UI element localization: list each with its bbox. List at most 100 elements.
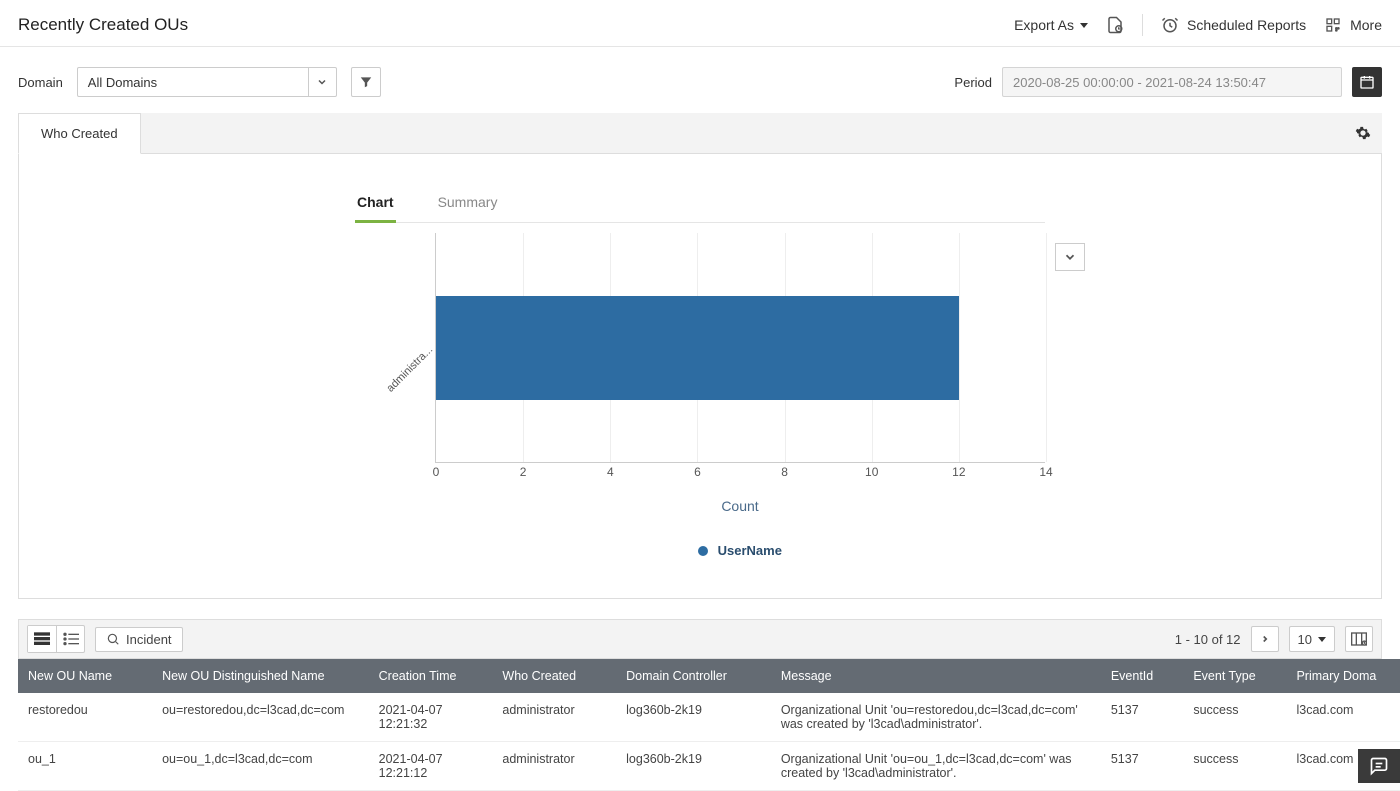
data-table: New OU NameNew OU Distinguished NameCrea… [18, 659, 1400, 791]
table-row[interactable]: ou_1ou=ou_1,dc=l3cad,dc=com2021-04-07 12… [18, 742, 1400, 791]
column-header[interactable]: Message [771, 659, 1101, 693]
page-title: Recently Created OUs [18, 15, 188, 35]
x-tick-label: 4 [595, 465, 625, 479]
scheduled-reports-link[interactable]: Scheduled Reports [1161, 16, 1306, 34]
toolbar-left: Incident [27, 625, 183, 653]
table-cell: Organizational Unit 'ou=restoredou,dc=l3… [771, 693, 1101, 742]
table-cell: ou=restoredou,dc=l3cad,dc=com [152, 693, 369, 742]
column-header[interactable]: Creation Time [369, 659, 493, 693]
domain-select[interactable]: All Domains [77, 67, 337, 97]
export-settings-icon[interactable] [1106, 16, 1124, 34]
tab-who-created[interactable]: Who Created [18, 113, 141, 154]
domain-label: Domain [18, 75, 63, 90]
column-header[interactable]: EventId [1101, 659, 1184, 693]
filter-right: Period 2020-08-25 00:00:00 - 2021-08-24 … [954, 67, 1382, 97]
legend-marker-icon [698, 546, 708, 556]
table-cell: log360b-2k19 [616, 693, 771, 742]
table-cell: ou_1 [18, 742, 152, 791]
table-cell: 5137 [1101, 693, 1184, 742]
columns-settings-button[interactable] [1345, 626, 1373, 652]
list-view-button[interactable] [56, 626, 84, 652]
table-head: New OU NameNew OU Distinguished NameCrea… [18, 659, 1400, 693]
domain-value: All Domains [88, 75, 157, 90]
x-tick-label: 6 [682, 465, 712, 479]
gridline [1046, 233, 1047, 462]
x-tick-label: 8 [770, 465, 800, 479]
chat-fab[interactable] [1358, 749, 1400, 783]
table-cell: success [1183, 742, 1286, 791]
bar-chart: 02468101214administra... [435, 233, 1045, 463]
panel-settings-button[interactable] [1352, 122, 1374, 144]
caret-down-icon [1318, 637, 1326, 642]
y-category-label: administra... [370, 344, 435, 409]
more-icon [1324, 16, 1342, 34]
x-tick-label: 0 [421, 465, 451, 479]
chart-legend: UserName [435, 542, 1045, 558]
page-size-select[interactable]: 10 [1289, 626, 1335, 652]
gridline [959, 233, 960, 462]
table-cell: ou=ou_1,dc=l3cad,dc=com [152, 742, 369, 791]
chevron-down-icon [308, 68, 336, 96]
calendar-button[interactable] [1352, 67, 1382, 97]
table-cell: l3cad.com [1286, 693, 1400, 742]
chart-container: 02468101214administra... Count UserName [355, 233, 1045, 558]
table-cell: Organizational Unit 'ou=ou_1,dc=l3cad,dc… [771, 742, 1101, 791]
x-tick-label: 2 [508, 465, 538, 479]
page-size-value: 10 [1298, 632, 1312, 647]
table-cell: administrator [492, 693, 616, 742]
column-header[interactable]: Event Type [1183, 659, 1286, 693]
main-panel: Who Created Chart Summary 02468101214adm… [0, 113, 1400, 599]
x-tick-label: 14 [1031, 465, 1061, 479]
table-cell: 5137 [1101, 742, 1184, 791]
filter-button[interactable] [351, 67, 381, 97]
pager-next-button[interactable] [1251, 626, 1279, 652]
table-body: restoredouou=restoredou,dc=l3cad,dc=com2… [18, 693, 1400, 791]
filter-left: Domain All Domains [18, 67, 381, 97]
caret-down-icon [1080, 23, 1088, 28]
table-cell: 2021-04-07 12:21:12 [369, 742, 493, 791]
table-header-row: New OU NameNew OU Distinguished NameCrea… [18, 659, 1400, 693]
column-header[interactable]: Who Created [492, 659, 616, 693]
period-value: 2020-08-25 00:00:00 - 2021-08-24 13:50:4… [1013, 75, 1266, 90]
chart-x-axis-title: Count [435, 498, 1045, 514]
column-header[interactable]: Primary Doma [1286, 659, 1400, 693]
export-as-label: Export As [1014, 17, 1074, 33]
legend-label: UserName [718, 543, 782, 558]
table-cell: restoredou [18, 693, 152, 742]
view-toggle [27, 625, 85, 653]
chart-summary-tabs: Chart Summary [355, 184, 1045, 223]
column-header[interactable]: New OU Distinguished Name [152, 659, 369, 693]
table-toolbar: Incident 1 - 10 of 12 10 [18, 619, 1382, 659]
header-actions: Export As Scheduled Reports More [1014, 14, 1382, 36]
pager-text: 1 - 10 of 12 [1175, 632, 1241, 647]
page-header: Recently Created OUs Export As Scheduled… [0, 0, 1400, 47]
tab-summary[interactable]: Summary [436, 184, 500, 222]
table-cell: administrator [492, 742, 616, 791]
table-cell: log360b-2k19 [616, 742, 771, 791]
chart-menu-button[interactable] [1055, 243, 1085, 271]
alarm-clock-icon [1161, 16, 1179, 34]
panel-body: Chart Summary 02468101214administra... C… [18, 154, 1382, 599]
more-menu[interactable]: More [1324, 16, 1382, 34]
table-row[interactable]: restoredouou=restoredou,dc=l3cad,dc=com2… [18, 693, 1400, 742]
export-as-dropdown[interactable]: Export As [1014, 17, 1088, 33]
tab-chart[interactable]: Chart [355, 184, 396, 223]
filter-bar: Domain All Domains Period 2020-08-25 00:… [0, 47, 1400, 113]
toolbar-right: 1 - 10 of 12 10 [1175, 626, 1373, 652]
grid-view-button[interactable] [28, 626, 56, 652]
incident-button[interactable]: Incident [95, 627, 183, 652]
divider [1142, 14, 1143, 36]
x-tick-label: 10 [857, 465, 887, 479]
column-header[interactable]: Domain Controller [616, 659, 771, 693]
chart-bar[interactable] [436, 296, 959, 400]
incident-label: Incident [126, 632, 172, 647]
period-display[interactable]: 2020-08-25 00:00:00 - 2021-08-24 13:50:4… [1002, 67, 1342, 97]
period-label: Period [954, 75, 992, 90]
more-label: More [1350, 17, 1382, 33]
report-tabs: Who Created [18, 113, 1382, 154]
x-tick-label: 12 [944, 465, 974, 479]
column-header[interactable]: New OU Name [18, 659, 152, 693]
scheduled-reports-label: Scheduled Reports [1187, 17, 1306, 33]
table-cell: 2021-04-07 12:21:32 [369, 693, 493, 742]
table-cell: success [1183, 693, 1286, 742]
